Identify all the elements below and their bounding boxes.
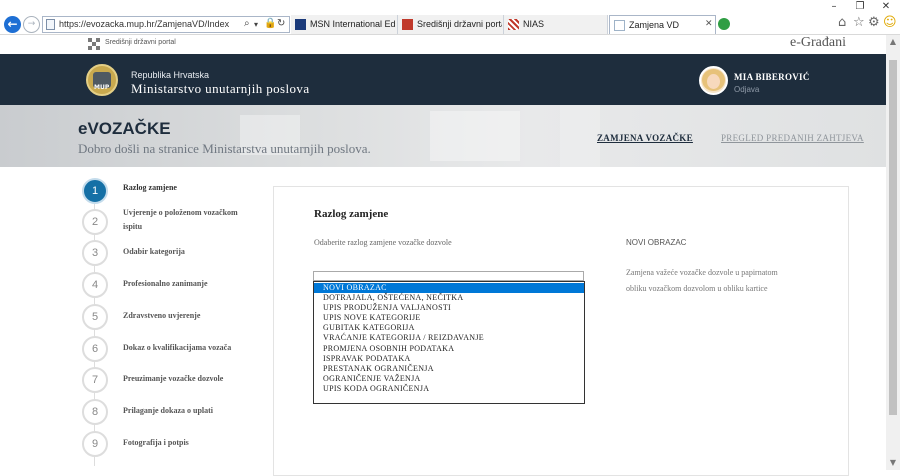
- step-label: Razlog zamjene: [123, 183, 177, 192]
- step-label: Fotografija i potpis: [123, 438, 189, 447]
- favorites-star-icon[interactable]: ☆: [853, 15, 865, 30]
- step-number: 3: [82, 240, 108, 266]
- step-1[interactable]: 1 Razlog zamjene: [80, 178, 270, 204]
- url-text[interactable]: https://evozacka.mup.hr/ZamjenaVD/Index: [59, 19, 229, 29]
- close-window-button[interactable]: ✕: [878, 1, 894, 13]
- step-label: Preuzimanje vozačke dozvole: [123, 374, 224, 383]
- form-title: Razlog zamjene: [314, 208, 389, 220]
- page-icon: [46, 19, 55, 30]
- msn-favicon-icon: [295, 19, 306, 30]
- page-subtitle: Dobro došli na stranice Ministarstva unu…: [78, 141, 371, 156]
- browser-toolbar: ← → https://evozacka.mup.hr/ZamjenaVD/In…: [0, 14, 900, 35]
- tab-title: Središnji državni portal - V...: [417, 19, 502, 29]
- nav-pregled-zahtjeva[interactable]: PREGLED PREDANIH ZAHTJEVA: [721, 133, 864, 143]
- reason-option[interactable]: OGRANIČENJE VAŽENJA: [314, 374, 584, 384]
- step-label: Uvjerenje o položenom vozačkom ispitu: [123, 208, 238, 231]
- page-favicon-icon: [614, 20, 625, 31]
- gov-portal-logo-icon[interactable]: [88, 38, 100, 50]
- reason-option[interactable]: UPIS PRODUŽENJA VALJANOSTI: [314, 303, 584, 313]
- step-number: 2: [82, 209, 108, 235]
- reason-listbox[interactable]: NOVI OBRAZAC DOTRAJALA, OŠTEĆENA, NEČITK…: [313, 281, 585, 404]
- reason-combobox-input[interactable]: [313, 271, 584, 281]
- nav-zamjena-vozacke[interactable]: ZAMJENA VOZAČKE: [597, 133, 693, 143]
- back-button[interactable]: ←: [4, 16, 21, 33]
- new-tab-icon[interactable]: [718, 18, 730, 30]
- egradani-brand[interactable]: e-Građani: [790, 35, 846, 51]
- reason-option[interactable]: UPIS NOVE KATEGORIJE: [314, 313, 584, 323]
- nias-favicon-icon: [508, 19, 519, 30]
- step-number: 8: [82, 399, 108, 425]
- lock-icon[interactable]: 🔒: [264, 18, 276, 29]
- site-header: MUP Republika Hrvatska Ministarstvo unut…: [0, 54, 886, 105]
- reason-option[interactable]: ISPRAVAK PODATAKA: [314, 354, 584, 364]
- window-titlebar: – ❐ ✕: [0, 0, 900, 14]
- tab-zamjena-vd[interactable]: Zamjena VD ✕: [609, 15, 716, 34]
- gov-favicon-icon: [402, 19, 413, 30]
- restore-button[interactable]: ❐: [852, 1, 868, 13]
- step-6[interactable]: 6 Dokaz o kvalifikacijama vozača: [80, 336, 270, 362]
- step-number: 4: [82, 272, 108, 298]
- reason-option[interactable]: PROMJENA OSOBNIH PODATAKA: [314, 344, 584, 354]
- reason-option[interactable]: DOTRAJALA, OŠTEĆENA, NEČITKA: [314, 293, 584, 303]
- step-label: Odabir kategorija: [123, 247, 185, 256]
- address-bar[interactable]: https://evozacka.mup.hr/ZamjenaVD/Index …: [42, 16, 290, 33]
- step-5[interactable]: 5 Zdravstveno uvjerenje: [80, 304, 270, 330]
- step-3[interactable]: 3 Odabir kategorija: [80, 240, 270, 266]
- step-label: Profesionalno zanimanje: [123, 279, 208, 288]
- gov-portal-strip: Središnji državni portal e-Građani: [0, 35, 886, 54]
- dropdown-arrow-icon[interactable]: ▾: [254, 20, 258, 29]
- reason-option[interactable]: GUBITAK KATEGORIJA: [314, 323, 584, 333]
- reason-option[interactable]: PRESTANAK OGRANIČENJA: [314, 364, 584, 374]
- reason-option[interactable]: NOVI OBRAZAC: [314, 283, 584, 294]
- step-number: 1: [82, 178, 108, 204]
- tab-sredisnji[interactable]: Središnji državni portal - V...: [398, 15, 504, 34]
- step-4[interactable]: 4 Profesionalno zanimanje: [80, 272, 270, 298]
- scroll-up-arrow-icon[interactable]: ▲: [886, 35, 900, 49]
- tab-nias[interactable]: NIAS: [504, 15, 608, 34]
- smiley-icon[interactable]: ☺: [883, 15, 897, 30]
- country-label: Republika Hrvatska: [131, 70, 210, 80]
- step-2[interactable]: 2 Uvjerenje o položenom vozačkom ispitu: [80, 208, 270, 235]
- step-number: 7: [82, 367, 108, 393]
- selected-reason-value: NOVI OBRAZAC: [626, 238, 687, 247]
- logout-link[interactable]: Odjava: [734, 85, 759, 94]
- scrollbar-thumb[interactable]: [889, 60, 897, 415]
- ministry-title: Ministarstvo unutarnjih poslova: [131, 81, 310, 96]
- gov-portal-link[interactable]: Središnji državni portal: [105, 39, 176, 46]
- reason-description-line: Zamjena važeće vozačke dozvole u papirna…: [626, 268, 778, 277]
- settings-gear-icon[interactable]: ⚙: [868, 15, 880, 30]
- step-label: Dokaz o kvalifikacijama vozača: [123, 343, 232, 352]
- avatar[interactable]: [699, 66, 728, 95]
- hero-banner: eVOZAČKE Dobro došli na stranice Minista…: [0, 105, 886, 167]
- tab-title: MSN International Edition -...: [310, 19, 396, 29]
- minimize-button[interactable]: –: [826, 1, 842, 13]
- step-number: 9: [82, 431, 108, 457]
- step-label: Zdravstveno uvjerenje: [123, 311, 201, 320]
- forward-button[interactable]: →: [23, 16, 40, 33]
- user-name: MIA BIBEROVIĆ: [734, 72, 810, 82]
- home-icon[interactable]: ⌂: [838, 15, 846, 30]
- mup-logo[interactable]: MUP: [86, 64, 118, 96]
- step-9[interactable]: 9 Fotografija i potpis: [80, 431, 270, 457]
- step-label: Prilaganje dokaza o uplati: [123, 406, 214, 415]
- step-number: 5: [82, 304, 108, 330]
- field-label: Odaberite razlog zamjene vozačke dozvole: [314, 238, 452, 247]
- tab-msn[interactable]: MSN International Edition -...: [291, 15, 398, 34]
- step-7[interactable]: 7 Preuzimanje vozačke dozvole: [80, 367, 270, 393]
- tab-title: NIAS: [523, 19, 545, 29]
- tab-title: Zamjena VD: [629, 20, 680, 30]
- close-tab-icon[interactable]: ✕: [705, 19, 713, 29]
- reason-description-line: obliku vozačkom dozvolom u obliku kartic…: [626, 284, 768, 293]
- step-number: 6: [82, 336, 108, 362]
- search-icon[interactable]: ⌕: [244, 18, 250, 29]
- step-8[interactable]: 8 Prilaganje dokaza o uplati: [80, 399, 270, 425]
- reason-option[interactable]: VRAĆANJE KATEGORIJA / REIZDAVANJE: [314, 333, 584, 343]
- refresh-icon[interactable]: ↻: [277, 18, 285, 29]
- reason-option[interactable]: UPIS KODA OGRANIČENJA: [314, 384, 584, 394]
- scroll-down-arrow-icon[interactable]: ▼: [886, 456, 900, 470]
- page-title: eVOZAČKE: [78, 119, 171, 138]
- logo-text: MUP: [94, 84, 110, 91]
